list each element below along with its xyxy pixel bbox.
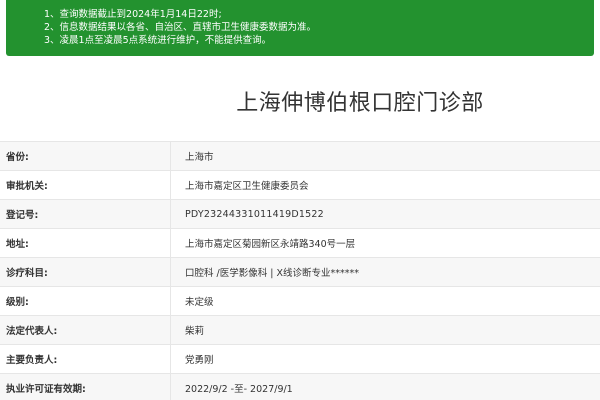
- page-title: 上海伸博伯根口腔门诊部: [236, 91, 484, 116]
- table-row-province: 省份: 上海市: [0, 142, 600, 171]
- row-value: 未定级: [185, 297, 214, 308]
- row-value: 党勇刚: [185, 355, 214, 366]
- table-row-level: 级别: 未定级: [0, 287, 600, 316]
- table-row-address: 地址: 上海市嘉定区菊园新区永靖路340号一层: [0, 229, 600, 258]
- table-row-approval-authority: 审批机关: 上海市嘉定区卫生健康委员会: [0, 171, 600, 200]
- info-table: 省份: 上海市 审批机关: 上海市嘉定区卫生健康委员会 登记号: PDY2324…: [0, 141, 600, 400]
- row-label: 地址:: [0, 229, 171, 257]
- row-value: 上海市: [185, 152, 214, 163]
- notice-line-2: 2、信息数据结果以各省、自治区、直辖市卫生健康委数据为准。: [44, 22, 317, 33]
- row-label: 省份:: [0, 142, 171, 170]
- row-label: 法定代表人:: [0, 316, 171, 344]
- notice-line-1: 1、查询数据截止到2024年1月14日22时;: [44, 9, 222, 20]
- row-value: PDY23244331011419D1522: [185, 208, 324, 220]
- clinic-detail-page: 1、查询数据截止到2024年1月14日22时; 2、信息数据结果以各省、自治区、…: [0, 0, 600, 400]
- row-value: 上海市嘉定区菊园新区永靖路340号一层: [185, 239, 356, 250]
- table-row-principal: 主要负责人: 党勇刚: [0, 345, 600, 374]
- notice-banner: 1、查询数据截止到2024年1月14日22时; 2、信息数据结果以各省、自治区、…: [6, 0, 594, 56]
- row-label: 执业许可证有效期:: [0, 374, 171, 400]
- table-row-legal-representative: 法定代表人: 柴莉: [0, 316, 600, 345]
- row-label: 主要负责人:: [0, 345, 171, 373]
- row-label: 审批机关:: [0, 171, 171, 199]
- row-label: 级别:: [0, 287, 171, 315]
- row-label: 登记号:: [0, 200, 171, 228]
- row-value: 口腔科 /医学影像科 | X线诊断专业******: [185, 268, 359, 279]
- table-row-license-validity: 执业许可证有效期: 2022/9/2 -至- 2027/9/1: [0, 374, 600, 400]
- notice-line-3: 3、凌晨1点至凌晨5点系统进行维护，不能提供查询。: [44, 35, 272, 46]
- row-value: 柴莉: [185, 326, 205, 337]
- table-row-departments: 诊疗科目: 口腔科 /医学影像科 | X线诊断专业******: [0, 258, 600, 287]
- row-value: 上海市嘉定区卫生健康委员会: [185, 181, 309, 192]
- row-label: 诊疗科目:: [0, 258, 171, 286]
- row-value: 2022/9/2 -至- 2027/9/1: [185, 384, 293, 395]
- table-row-registration-number: 登记号: PDY23244331011419D1522: [0, 200, 600, 229]
